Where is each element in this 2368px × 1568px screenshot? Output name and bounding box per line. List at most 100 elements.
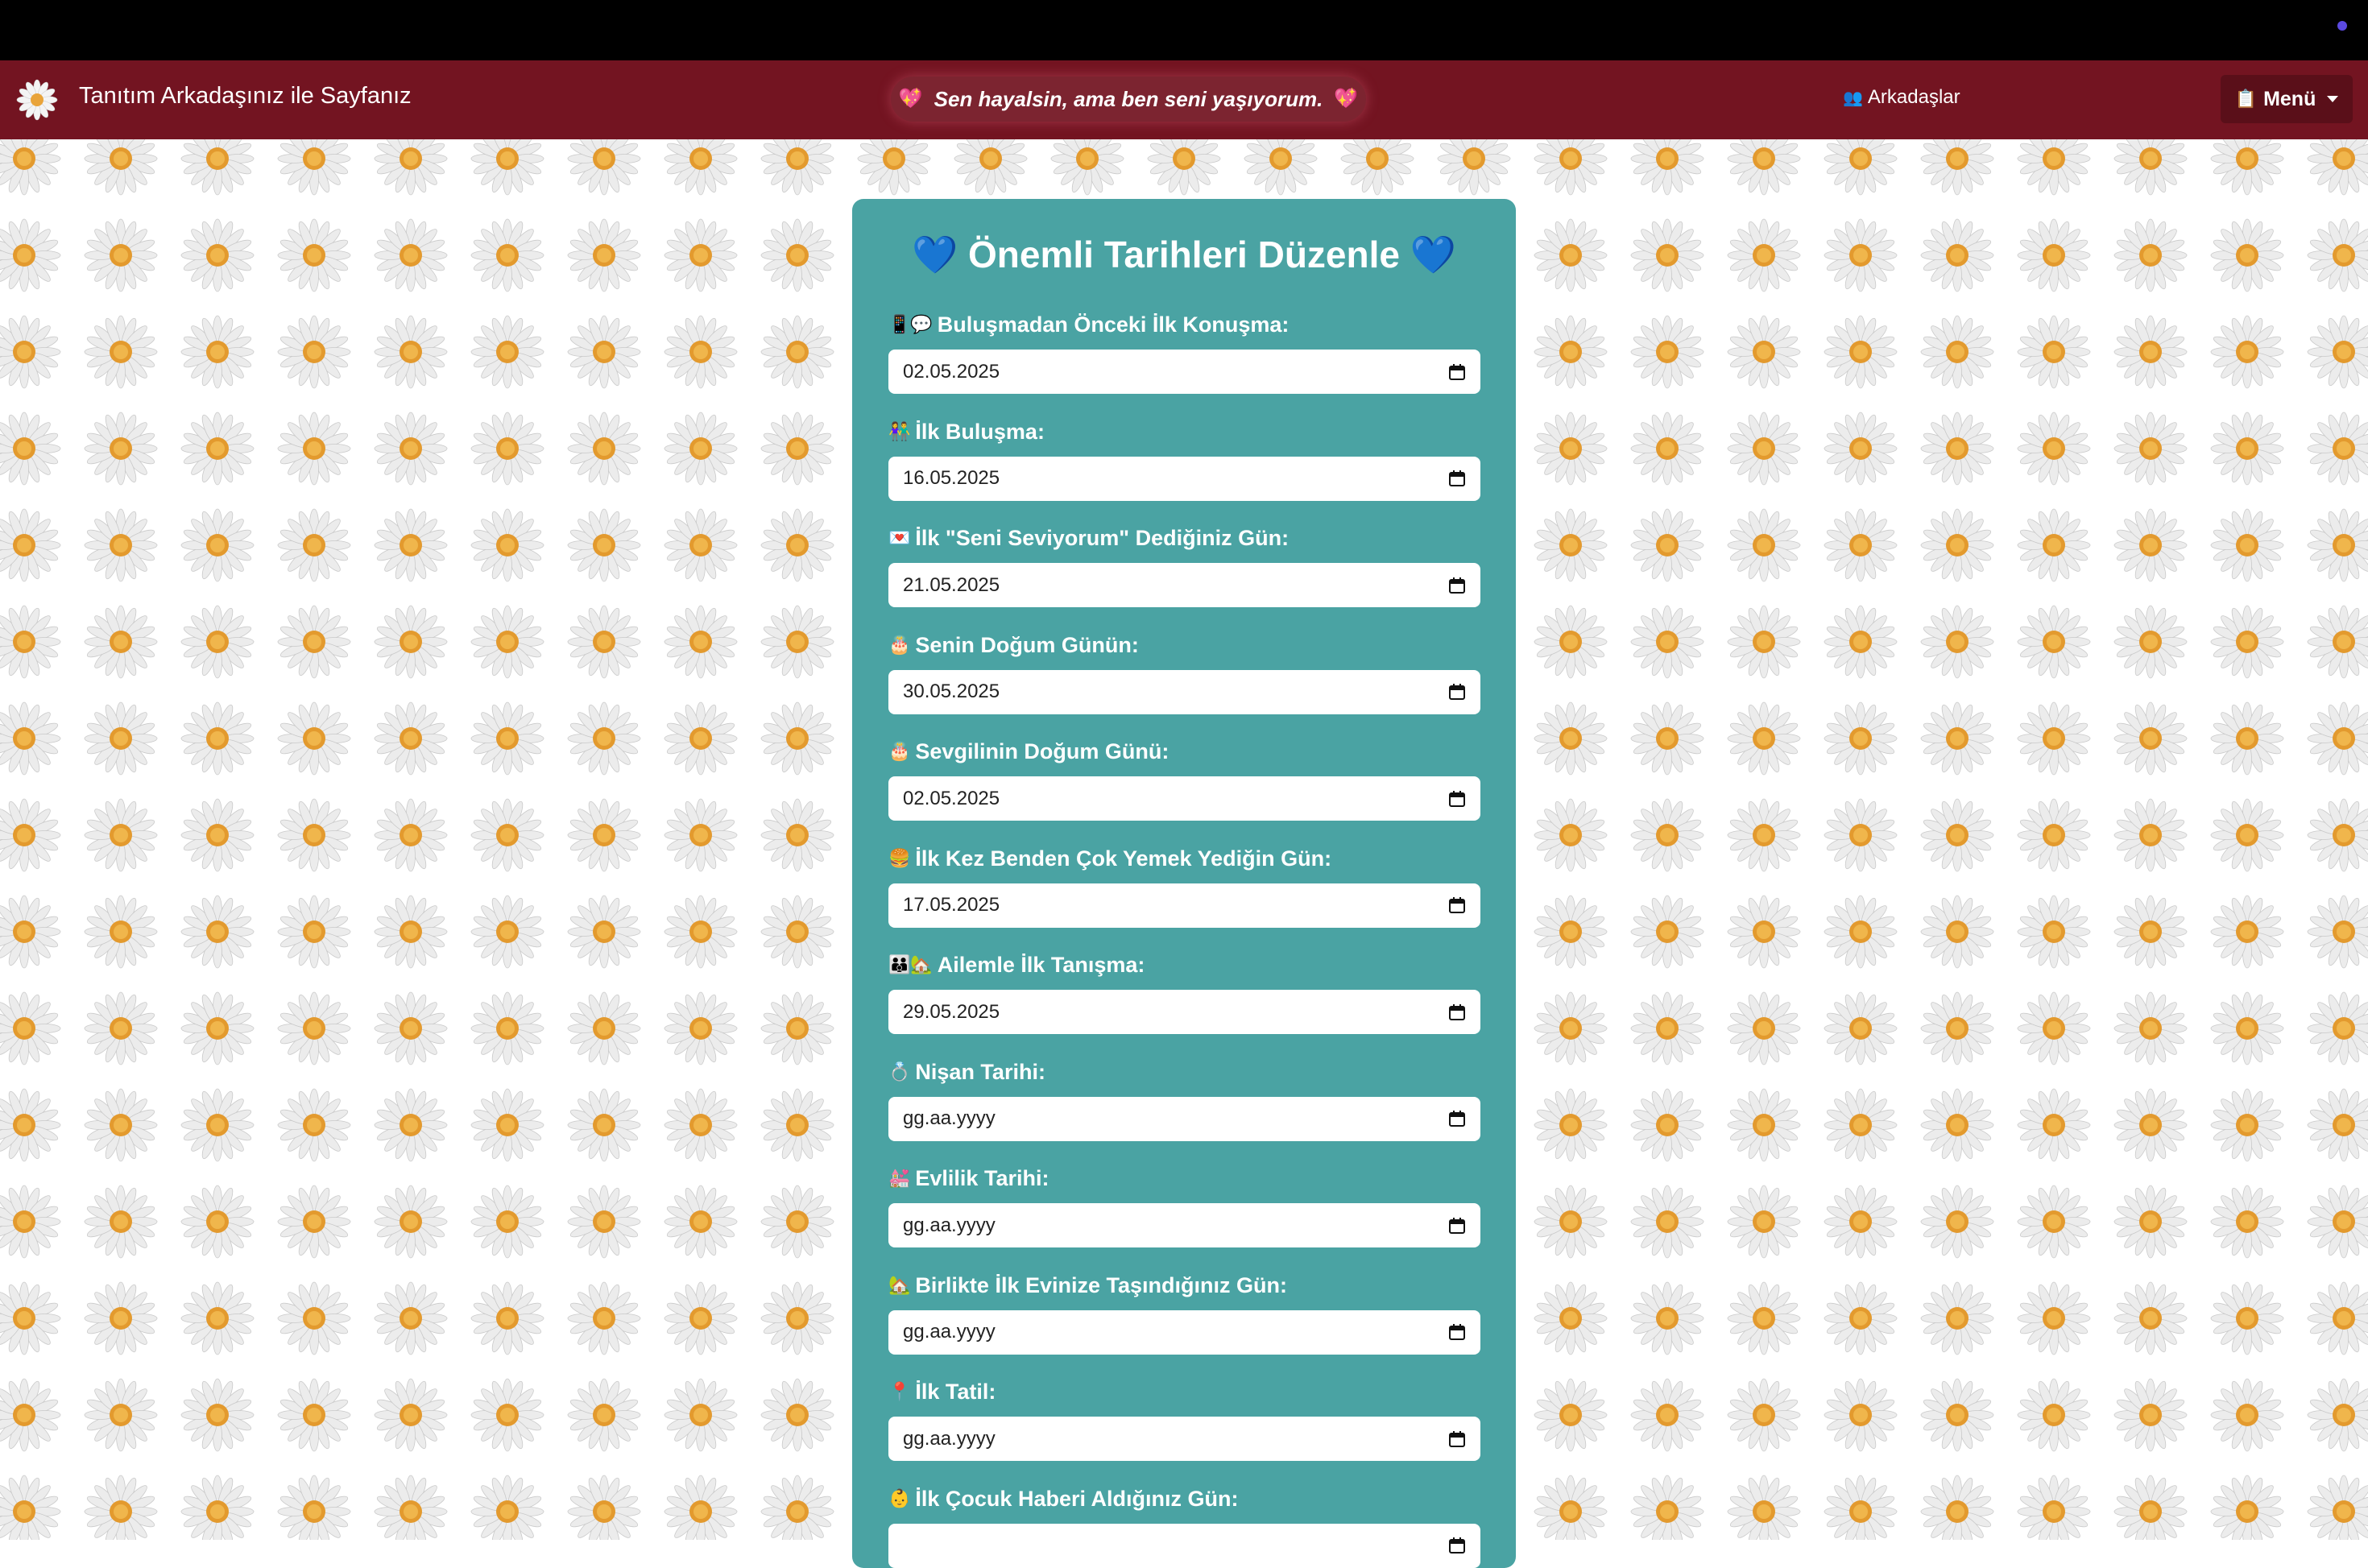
calendar-icon[interactable]: [1448, 577, 1466, 594]
date-field-group: 💌 İlk "Seni Seviyorum" Dediğiniz Gün: 21.0…: [888, 523, 1480, 607]
caret-down-icon: [2327, 96, 2339, 102]
date-field-label-text: Senin Doğum Günün:: [915, 632, 1139, 657]
date-field-label: 🏡 Birlikte İlk Evinize Taşındığınız Gün:: [888, 1270, 1480, 1301]
date-field-label-text: İlk "Seni Seviyorum" Dediğiniz Gün:: [915, 526, 1290, 550]
date-field-group: 👪🏡 Ailemle İlk Tanışma: 29.05.2025: [888, 949, 1480, 1034]
clipboard-icon: 📋: [2234, 89, 2258, 109]
date-field-label: 👪🏡 Ailemle İlk Tanışma:: [888, 949, 1480, 980]
date-field-label: 💍 Nişan Tarihi:: [888, 1057, 1480, 1087]
sparkling-heart-icon: 💖: [1334, 88, 1359, 110]
date-input[interactable]: gg.aa.yyyy: [888, 1203, 1480, 1247]
field-emoji-icon: 🍔: [888, 847, 911, 868]
date-input[interactable]: 21.05.2025: [888, 563, 1480, 607]
date-input[interactable]: gg.aa.yyyy: [888, 1417, 1480, 1461]
date-field-group: 💍 Nişan Tarihi: gg.aa.yyyy: [888, 1057, 1480, 1141]
field-emoji-icon: 📱💬: [888, 314, 933, 334]
date-field-label: 🎂 Sevgilinin Doğum Günü:: [888, 736, 1480, 767]
date-field-label: 🎂 Senin Doğum Günün:: [888, 630, 1480, 660]
date-field-group: 🎂 Sevgilinin Doğum Günü: 02.05.2025: [888, 736, 1480, 821]
people-icon: 👥: [1843, 89, 1863, 107]
date-input-value: 29.05.2025: [903, 1000, 1000, 1023]
date-field-label-text: Sevgilinin Doğum Günü:: [915, 739, 1170, 763]
sparkling-heart-icon: 💖: [898, 88, 923, 110]
date-field-group: 👫 İlk Buluşma: 16.05.2025: [888, 416, 1480, 501]
daisy-logo-icon[interactable]: [16, 79, 58, 121]
blue-heart-icon: 💙: [911, 234, 958, 275]
date-field-label-text: Buluşmadan Önceki İlk Konuşma:: [937, 312, 1290, 337]
field-emoji-icon: 💍: [888, 1061, 911, 1082]
friends-link[interactable]: 👥 Arkadaşlar: [1843, 86, 1960, 109]
calendar-icon[interactable]: [1448, 1323, 1466, 1341]
date-input[interactable]: 16.05.2025: [888, 456, 1480, 501]
system-top-bar: [0, 0, 2368, 60]
date-input[interactable]: gg.aa.yyyy: [888, 1096, 1480, 1141]
date-input[interactable]: 02.05.2025: [888, 350, 1480, 394]
date-field-group: 🍔 İlk Kez Benden Çok Yemek Yediğin Gün: 17…: [888, 843, 1480, 928]
brand-name[interactable]: Tanıtım Arkadaşınız ile Sayfanız: [79, 83, 412, 110]
love-quote-pill: 💖 Sen hayalsin, ama ben seni yaşıyorum. …: [891, 77, 1366, 122]
date-input-value: 21.05.2025: [903, 573, 1000, 596]
date-field-label: 💒 Evlilik Tarihi:: [888, 1163, 1480, 1194]
calendar-icon[interactable]: [1448, 1110, 1466, 1127]
date-input[interactable]: 17.05.2025: [888, 883, 1480, 928]
edit-dates-card: 💙 Önemli Tarihleri Düzenle 💙 📱💬 Buluşmada…: [852, 199, 1516, 1568]
card-title-text: Önemli Tarihleri Düzenle: [968, 234, 1400, 275]
date-input[interactable]: gg.aa.yyyy: [888, 1309, 1480, 1355]
calendar-icon[interactable]: [1448, 896, 1466, 914]
date-field-group: 📱💬 Buluşmadan Önceki İlk Konuşma: 02.05.20…: [888, 309, 1480, 394]
date-input-value: gg.aa.yyyy: [903, 1321, 996, 1343]
calendar-icon[interactable]: [1448, 790, 1466, 808]
date-input-value: 02.05.2025: [903, 360, 1000, 383]
calendar-icon[interactable]: [1448, 363, 1466, 381]
field-emoji-icon: 🎂: [888, 741, 911, 761]
date-field-group: 🎂 Senin Doğum Günün: 30.05.2025: [888, 630, 1480, 714]
date-field-label-text: Nişan Tarihi:: [915, 1059, 1045, 1084]
calendar-icon[interactable]: [1448, 683, 1466, 701]
date-field-label-text: Birlikte İlk Evinize Taşındığınız Gün:: [915, 1272, 1287, 1297]
date-input-value: 17.05.2025: [903, 894, 1000, 916]
date-field-label: 📱💬 Buluşmadan Önceki İlk Konuşma:: [888, 309, 1480, 340]
date-field-group: 📍 İlk Tatil: gg.aa.yyyy: [888, 1376, 1480, 1461]
status-dot: [2337, 21, 2347, 31]
date-input[interactable]: 29.05.2025: [888, 990, 1480, 1034]
date-field-label-text: İlk Buluşma:: [915, 419, 1045, 444]
date-field-label: 📍 İlk Tatil:: [888, 1376, 1480, 1407]
field-emoji-icon: 👫: [888, 420, 911, 441]
date-field-label: 👶 İlk Çocuk Haberi Aldığınız Gün:: [888, 1483, 1480, 1514]
menu-dropdown-button[interactable]: 📋 Menü: [2221, 75, 2353, 123]
date-field-label: 💌 İlk "Seni Seviyorum" Dediğiniz Gün:: [888, 523, 1480, 553]
date-input-value: 30.05.2025: [903, 681, 1000, 702]
calendar-icon[interactable]: [1448, 1430, 1466, 1448]
calendar-icon[interactable]: [1448, 1003, 1466, 1021]
field-emoji-icon: 💒: [888, 1168, 911, 1188]
date-field-group: 👶 İlk Çocuk Haberi Aldığınız Gün:: [888, 1483, 1480, 1568]
date-field-label: 🍔 İlk Kez Benden Çok Yemek Yediğin Gün:: [888, 843, 1480, 874]
date-field-group: 🏡 Birlikte İlk Evinize Taşındığınız Gün: g…: [888, 1270, 1480, 1355]
date-field-label-text: Ailemle İlk Tanışma:: [937, 953, 1145, 977]
blue-heart-icon: 💙: [1410, 234, 1457, 275]
field-emoji-icon: 🎂: [888, 634, 911, 655]
date-field-label: 👫 İlk Buluşma:: [888, 416, 1480, 447]
date-field-label-text: İlk Kez Benden Çok Yemek Yediğin Gün:: [915, 846, 1332, 871]
field-emoji-icon: 💌: [888, 527, 911, 548]
date-input-value: 02.05.2025: [903, 787, 1000, 809]
date-input[interactable]: 02.05.2025: [888, 776, 1480, 821]
date-input-value: 16.05.2025: [903, 467, 1000, 489]
date-input-value: gg.aa.yyyy: [903, 1214, 996, 1236]
calendar-icon[interactable]: [1448, 470, 1466, 487]
date-field-label-text: İlk Çocuk Haberi Aldığınız Gün:: [915, 1486, 1239, 1511]
date-field-group: 💒 Evlilik Tarihi: gg.aa.yyyy: [888, 1163, 1480, 1247]
navbar: Tanıtım Arkadaşınız ile Sayfanız 💖 Sen h…: [0, 60, 2368, 139]
field-emoji-icon: 👪🏡: [888, 954, 933, 974]
card-title: 💙 Önemli Tarihleri Düzenle 💙: [852, 233, 1516, 277]
friends-link-label: Arkadaşlar: [1867, 86, 1960, 108]
date-input[interactable]: 30.05.2025: [888, 669, 1480, 714]
calendar-icon[interactable]: [1448, 1217, 1466, 1235]
date-input[interactable]: [888, 1523, 1480, 1568]
calendar-icon[interactable]: [1448, 1537, 1466, 1554]
field-emoji-icon: 🏡: [888, 1274, 911, 1295]
menu-label: Menü: [2263, 87, 2316, 110]
field-emoji-icon: 📍: [888, 1381, 911, 1401]
date-input-value: gg.aa.yyyy: [903, 1107, 996, 1129]
field-emoji-icon: 👶: [888, 1487, 911, 1508]
